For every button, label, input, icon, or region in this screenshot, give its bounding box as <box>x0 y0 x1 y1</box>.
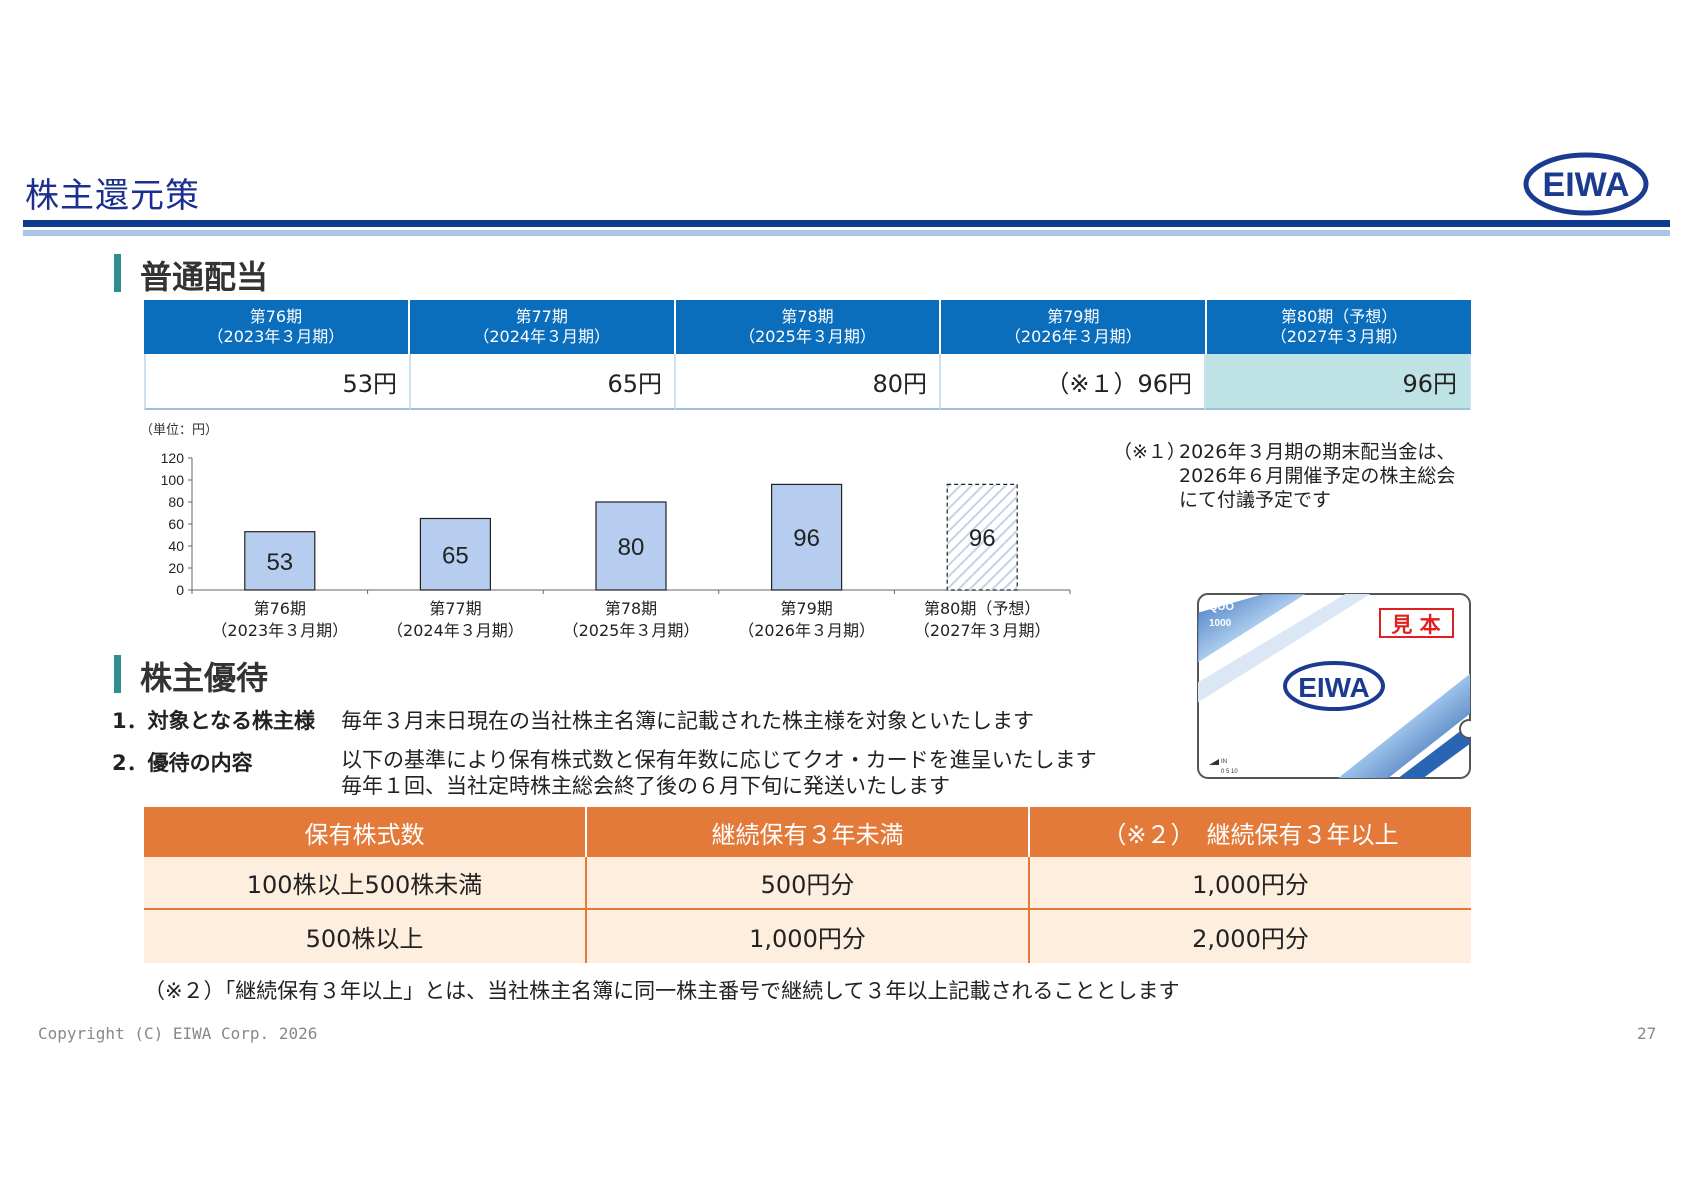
x-tick-label: 第80期（予想） <box>924 599 1040 618</box>
benefit-cell: 1,000円分 <box>1030 857 1471 910</box>
table-row: 500株以上 1,000円分 2,000円分 <box>144 910 1471 963</box>
benefit-item-text: 以下の基準により保有株式数と保有年数に応じてクオ・カードを進呈いたします 毎年１… <box>341 748 1097 798</box>
x-tick-label: （2025年３月期） <box>563 621 700 640</box>
benefit-cell: 1,000円分 <box>587 910 1030 963</box>
card-logo-text: EIWA <box>1298 672 1370 703</box>
quo-amount: 1000 <box>1209 618 1232 629</box>
benefit-cell: 500円分 <box>587 857 1030 910</box>
logo-text: EIWA <box>1543 166 1630 204</box>
dividend-bar-chart: （単位：円） 0 20 40 60 80 100 120 53 第76期 （2023年３月期） 65 第… <box>140 422 1071 640</box>
benefit-header-cell: （※２） 継続保有３年以上 <box>1030 807 1471 857</box>
quo-card-image: QUO 1000 見 本 EIWA IN 0 5 10 <box>1197 593 1471 779</box>
chart-data-label: 80 <box>618 534 645 561</box>
fiscal-label: （2026年３月期） <box>1004 327 1142 346</box>
dividend-table: 第76期 （2023年３月期） 第77期 （2024年３月期） 第78期 （2025年… <box>144 300 1471 410</box>
sample-stamp: 見 本 <box>1391 613 1440 637</box>
x-tick-label: （2023年３月期） <box>211 621 348 640</box>
x-tick-label: 第78期 <box>605 599 657 618</box>
x-tick-label: 第77期 <box>429 599 481 618</box>
period-label: 第76期 <box>249 307 303 326</box>
dividend-table-header: 第76期 （2023年３月期） 第77期 （2024年３月期） 第78期 （2025年… <box>144 300 1471 354</box>
note-line: 2026年３月期の期末配当金は、 <box>1179 441 1456 463</box>
benefit-item-label: 1．対象となる株主様 <box>112 709 315 733</box>
benefit-cell: 100株以上500株未満 <box>144 857 587 910</box>
y-tick-label: 80 <box>168 494 184 510</box>
fiscal-label: （2027年３月期） <box>1270 327 1408 346</box>
dividend-value-forecast: 96円 <box>1206 354 1471 410</box>
card-scale: 0 5 10 <box>1221 769 1238 775</box>
chart-unit-label: （単位：円） <box>140 422 218 438</box>
chart-data-label: 96 <box>793 525 820 552</box>
benefit-item-text: 毎年３月末日現在の当社株主名簿に記載された株主様を対象といたします <box>341 709 1034 733</box>
dividend-header-cell: 第80期（予想） （2027年３月期） <box>1207 300 1471 354</box>
y-tick-label: 40 <box>168 538 184 554</box>
dividend-value: 80円 <box>676 354 941 410</box>
dividend-note: （※１） 2026年３月期の期末配当金は、 2026年６月開催予定の株主総会 に… <box>1113 440 1455 512</box>
benefit-table-header: 保有株式数 継続保有３年未満 （※２） 継続保有３年以上 <box>144 807 1471 857</box>
period-label: 第77期 <box>515 307 568 326</box>
benefit-section-title: 株主優待 <box>140 659 269 697</box>
chart-data-label: 53 <box>266 549 293 576</box>
card-in-label: IN <box>1221 759 1227 765</box>
dividend-value: （※１）96円 <box>941 354 1206 410</box>
x-tick-label: 第76期 <box>254 599 306 618</box>
y-tick-label: 0 <box>176 582 184 598</box>
dividend-header-cell: 第77期 （2024年３月期） <box>409 300 676 354</box>
copyright: Copyright (C) EIWA Corp. 2026 <box>38 1024 318 1043</box>
x-tick-label: （2026年３月期） <box>738 621 875 640</box>
note-line: にて付議予定です <box>1179 489 1332 511</box>
dividend-value: 65円 <box>411 354 676 410</box>
benefit-note: （※２）「継続保有３年以上」とは、当社株主名簿に同一株主番号で継続して３年以上記… <box>144 979 1180 1003</box>
dividend-header-cell: 第79期 （2026年３月期） <box>941 300 1208 354</box>
y-tick-label: 120 <box>161 450 185 466</box>
dividend-table-values: 53円 65円 80円 （※１）96円 96円 <box>144 354 1471 410</box>
period-label: 第80期（予想） <box>1280 307 1398 326</box>
chart-data-label: 65 <box>442 542 469 569</box>
y-tick-label: 20 <box>168 560 184 576</box>
benefit-cell: 500株以上 <box>144 910 587 963</box>
fiscal-label: （2024年３月期） <box>473 327 611 346</box>
note-mark: （※１） <box>1113 441 1186 463</box>
x-tick-label: 第79期 <box>780 599 832 618</box>
fiscal-label: （2025年３月期） <box>739 327 876 346</box>
table-row: 100株以上500株未満 500円分 1,000円分 <box>144 857 1471 910</box>
eiwa-logo: EIWA <box>1523 152 1649 216</box>
fiscal-label: （2023年３月期） <box>207 327 345 346</box>
page-title: 株主還元策 <box>25 176 200 216</box>
header-rule-thin <box>23 230 1670 236</box>
benefit-header-cell: 継続保有３年未満 <box>587 807 1030 857</box>
benefit-header-cell: 保有株式数 <box>144 807 587 857</box>
dividend-header-cell: 第76期 （2023年３月期） <box>144 300 410 354</box>
x-tick-label: （2027年３月期） <box>914 621 1051 640</box>
x-tick-label: （2024年３月期） <box>387 621 524 640</box>
benefit-table: 保有株式数 継続保有３年未満 （※２） 継続保有３年以上 100株以上500株未… <box>144 807 1471 963</box>
note-line: 2026年６月開催予定の株主総会 <box>1179 465 1456 487</box>
period-label: 第79期 <box>1047 307 1100 326</box>
chart-data-label: 96 <box>969 525 996 552</box>
benefit-cell: 2,000円分 <box>1030 910 1471 963</box>
dividend-section-title: 普通配当 <box>140 258 269 296</box>
section-marker <box>114 254 121 292</box>
period-label: 第78期 <box>781 307 834 326</box>
header-rule <box>23 220 1670 227</box>
y-tick-label: 100 <box>161 472 185 488</box>
page-number: 27 <box>1637 1024 1657 1043</box>
quo-brand: QUO <box>1209 601 1235 613</box>
dividend-value: 53円 <box>144 354 411 410</box>
dividend-header-cell: 第78期 （2025年３月期） <box>675 300 942 354</box>
benefit-item-label: 2．優待の内容 <box>112 751 253 775</box>
y-tick-label: 60 <box>168 516 184 532</box>
section-marker <box>114 655 121 693</box>
